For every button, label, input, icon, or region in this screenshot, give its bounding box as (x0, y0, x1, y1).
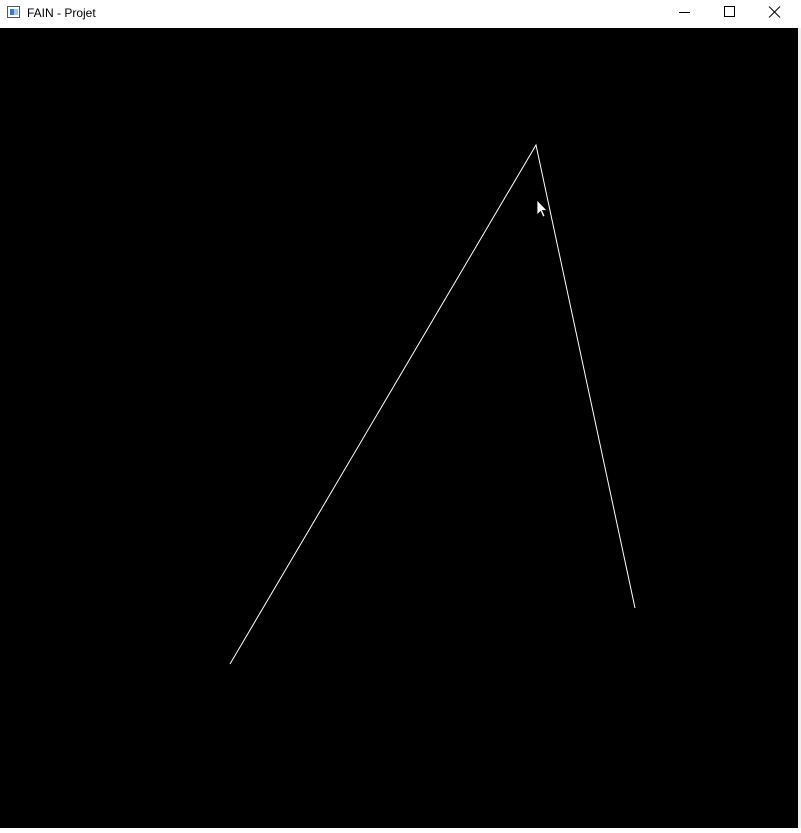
drawing-surface[interactable] (0, 28, 798, 828)
maximize-button[interactable] (707, 0, 752, 28)
drawing-canvas[interactable] (0, 28, 798, 828)
app-window-icon[interactable] (7, 6, 20, 18)
close-icon (768, 6, 781, 18)
close-button[interactable] (752, 0, 797, 28)
app-icon-pane-right (14, 9, 18, 15)
minimize-icon (679, 12, 690, 13)
minimize-button[interactable] (662, 0, 707, 28)
title-bar[interactable]: FAIN - Projet (0, 0, 801, 28)
arrow-cursor-icon (536, 199, 548, 218)
drawn-polyline (229, 143, 636, 665)
app-window: FAIN - Projet (0, 0, 801, 828)
maximize-icon (724, 6, 735, 17)
window-title: FAIN - Projet (27, 6, 96, 20)
